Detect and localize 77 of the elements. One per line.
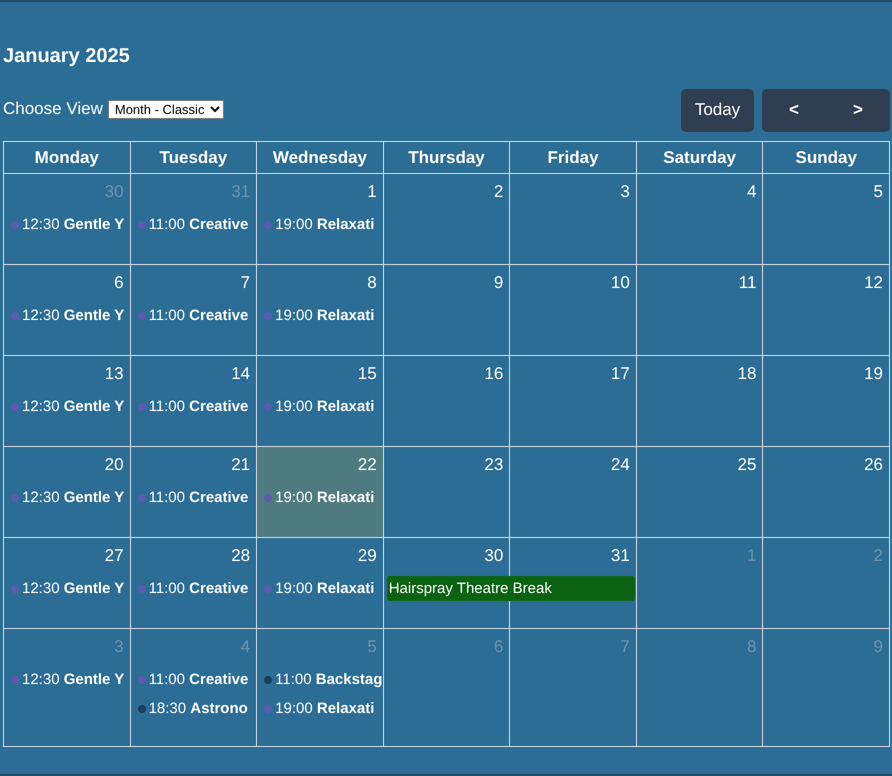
day-number: 15 <box>358 363 378 385</box>
day-number: 5 <box>874 181 884 203</box>
day-number: 12 <box>864 272 884 294</box>
day-number: 8 <box>367 272 378 294</box>
day-number: 21 <box>231 454 252 476</box>
day-number: 16 <box>484 363 504 385</box>
event-item[interactable]: 11:00 Creative <box>148 307 248 324</box>
day-number: 8 <box>746 636 758 658</box>
event-item[interactable]: 19:00 Relaxati <box>275 489 374 506</box>
day-number: 23 <box>484 454 504 476</box>
weekday-header: Monday <box>4 142 131 174</box>
event-item[interactable]: 12:30 Gentle Y <box>22 307 124 324</box>
event-item[interactable]: 12:30 Gentle Y <box>22 671 124 688</box>
day-number: 20 <box>104 454 125 476</box>
day-number: 17 <box>610 363 631 385</box>
day-number: 5 <box>367 636 378 658</box>
day-number: 31 <box>610 545 631 567</box>
today-cell[interactable] <box>257 447 384 538</box>
day-number: 1 <box>746 545 758 567</box>
day-number: 13 <box>104 363 125 385</box>
day-number: 25 <box>738 454 758 476</box>
event-item[interactable]: 11:00 Creative <box>148 216 248 233</box>
day-number: 3 <box>620 181 631 203</box>
month-title: January 2025 <box>3 44 131 69</box>
event-item[interactable]: 11:00 Creative <box>148 671 248 688</box>
day-number: 11 <box>738 272 758 294</box>
day-number: 19 <box>864 363 884 385</box>
weekday-header: Sunday <box>763 142 890 174</box>
choose-view-label: Choose View <box>3 99 103 119</box>
day-number: 3 <box>114 636 125 658</box>
day-number: 14 <box>231 363 252 385</box>
day-number: 1 <box>367 181 378 203</box>
day-number: 6 <box>494 636 504 658</box>
event-item[interactable]: 12:30 Gentle Y <box>22 489 124 506</box>
event-item[interactable]: 18:30 Astrono <box>148 700 248 717</box>
day-number: 22 <box>358 454 378 476</box>
event-item[interactable]: 19:00 Relaxati <box>275 307 374 324</box>
event-item[interactable]: 11:00 Creative <box>148 398 248 415</box>
event-item[interactable]: 12:30 Gentle Y <box>22 580 124 597</box>
weekday-header: Thursday <box>384 142 510 174</box>
day-number: 7 <box>240 272 252 294</box>
weekday-header: Saturday <box>636 142 764 174</box>
day-number: 2 <box>874 545 884 567</box>
day-number: 30 <box>104 181 125 203</box>
day-number: 31 <box>231 181 252 203</box>
day-number: 10 <box>610 272 631 294</box>
weekday-header: Tuesday <box>130 142 258 174</box>
today-button[interactable]: Today <box>681 88 754 132</box>
previous-button[interactable]: < <box>762 88 826 132</box>
day-number: 24 <box>610 454 631 476</box>
event-item[interactable]: 19:00 Relaxati <box>275 216 374 233</box>
day-number: 9 <box>874 636 884 658</box>
multi-day-event[interactable]: Hairspray Theatre Break <box>386 576 635 601</box>
event-item[interactable]: 11:00 Backstag <box>275 671 382 688</box>
day-number: 28 <box>231 545 252 567</box>
day-number: 7 <box>620 636 631 658</box>
day-number: 9 <box>494 272 504 294</box>
day-number: 4 <box>746 181 758 203</box>
weekday-header: Friday <box>510 142 637 174</box>
day-number: 2 <box>494 181 504 203</box>
day-number: 18 <box>738 363 758 385</box>
weekday-header: Wednesday <box>257 142 384 174</box>
day-number: 4 <box>240 636 252 658</box>
day-number: 30 <box>484 545 504 567</box>
day-number: 6 <box>114 272 125 294</box>
day-number: 27 <box>104 545 125 567</box>
next-button[interactable]: > <box>826 88 890 132</box>
event-item[interactable]: 11:00 Creative <box>148 489 248 506</box>
day-number: 29 <box>358 545 378 567</box>
event-item[interactable]: 11:00 Creative <box>148 580 248 597</box>
view-select[interactable]: Month - Classic <box>108 100 224 118</box>
event-item[interactable]: 12:30 Gentle Y <box>22 398 124 415</box>
event-item[interactable]: 19:00 Relaxati <box>275 700 374 717</box>
event-item[interactable]: 19:00 Relaxati <box>275 580 374 597</box>
event-item[interactable]: 12:30 Gentle Y <box>22 216 124 233</box>
event-item[interactable]: 19:00 Relaxati <box>275 398 374 415</box>
day-number: 26 <box>864 454 884 476</box>
